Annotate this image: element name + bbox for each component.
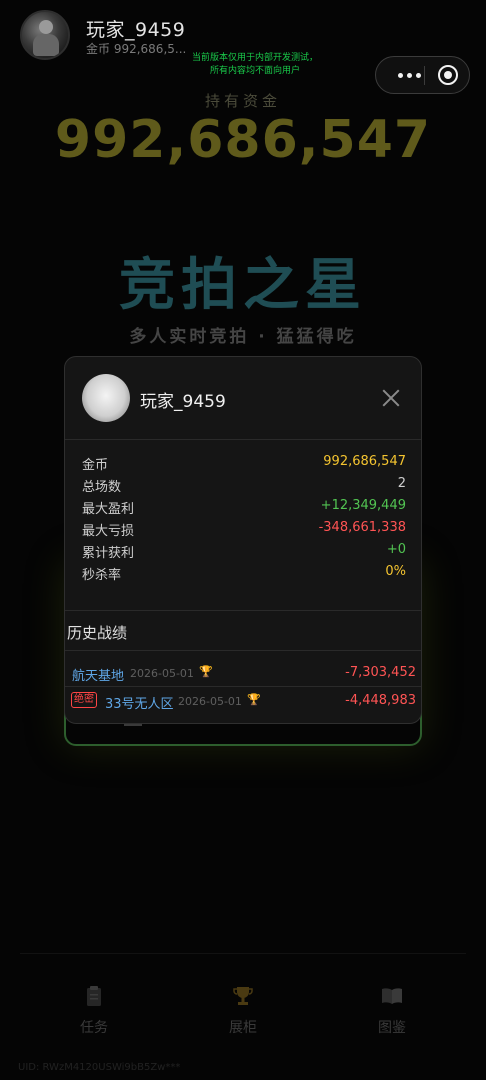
target-circle-icon[interactable] <box>438 65 458 85</box>
stat-row-max-loss: 最大亏损 -348,661,338 <box>82 520 406 542</box>
funds-label: 持有资金 <box>204 92 281 110</box>
divider <box>65 439 421 440</box>
trophy-icon: 🏆 <box>199 665 213 678</box>
game-subtitle: 多人实时竞拍 · 猛猛得吃 <box>129 327 357 347</box>
trophy-icon: 🏆 <box>247 693 261 706</box>
secret-badge: 绝密 <box>71 692 97 708</box>
nav-label: 任务 <box>80 1020 108 1036</box>
player-name: 玩家_9459 <box>86 19 186 41</box>
close-icon[interactable] <box>379 386 403 410</box>
nav-showcase[interactable]: 展柜 <box>213 985 273 1037</box>
history-title: 历史战绩 <box>67 624 128 642</box>
book-icon <box>382 988 402 1004</box>
miniprogram-capsule <box>375 56 470 94</box>
stat-value: -348,661,338 <box>318 520 406 535</box>
more-dots-icon[interactable] <box>390 57 428 93</box>
stat-value: 992,686,547 <box>323 454 406 469</box>
nav-divider <box>20 953 466 954</box>
stat-label: 最大盈利 <box>82 502 135 517</box>
stat-value: 0% <box>385 564 406 579</box>
history-row[interactable]: 航天基地 2026-05-01 🏆 -7,303,452 <box>65 659 421 685</box>
nav-tasks[interactable]: 任务 <box>64 985 124 1037</box>
stat-row-coins: 金币 992,686,547 <box>82 454 406 476</box>
stat-label: 累计获利 <box>82 546 135 561</box>
stat-row-total-profit: 累计获利 +0 <box>82 542 406 564</box>
stat-value: +12,349,449 <box>320 498 406 513</box>
trophy-icon <box>233 987 253 1005</box>
uid-text: UID: RWzM4120USWi9bB5Zw*** <box>18 1062 181 1073</box>
history-date: 2026-05-01 <box>130 667 194 680</box>
dev-notice-line2: 所有内容均不面向用户 <box>209 66 300 76</box>
stat-label: 最大亏损 <box>82 524 135 539</box>
dev-notice-line1: 当前版本仅用于内部开发测试， <box>191 53 318 63</box>
game-title: 竞拍之星 <box>119 253 367 318</box>
dev-notice: 当前版本仅用于内部开发测试， 所有内容均不面向用户 <box>170 52 340 78</box>
stat-row-instant-kill-rate: 秒杀率 0% <box>82 564 406 586</box>
nav-collection[interactable]: 图鉴 <box>362 985 422 1037</box>
popup-avatar <box>82 374 130 422</box>
stat-label: 金币 <box>82 458 109 473</box>
history-amount: -4,448,983 <box>345 693 416 708</box>
stat-value: 2 <box>397 476 406 491</box>
history-map-name: 航天基地 <box>72 669 125 684</box>
clipboard-icon <box>87 986 101 1006</box>
history-amount: -7,303,452 <box>345 665 416 680</box>
history-map-name: 33号无人区 <box>105 697 174 712</box>
popup-player-name: 玩家_9459 <box>140 392 226 412</box>
history-row[interactable]: 绝密 33号无人区 2026-05-01 🏆 -4,448,983 <box>65 687 421 713</box>
nav-label: 展柜 <box>229 1020 257 1036</box>
nav-label: 图鉴 <box>378 1020 406 1036</box>
player-profile-popup: 玩家_9459 金币 992,686,547 总场数 2 最大盈利 +12,34… <box>64 356 422 724</box>
stat-value: +0 <box>386 542 406 557</box>
stat-label: 秒杀率 <box>82 568 122 583</box>
stat-label: 总场数 <box>82 480 122 495</box>
divider <box>65 610 421 611</box>
divider <box>65 650 421 651</box>
stat-row-total-games: 总场数 2 <box>82 476 406 498</box>
history-date: 2026-05-01 <box>178 695 242 708</box>
stat-row-max-profit: 最大盈利 +12,349,449 <box>82 498 406 520</box>
player-avatar[interactable] <box>20 10 70 60</box>
capsule-divider <box>424 66 425 85</box>
funds-value: 992,686,547 <box>54 110 432 170</box>
